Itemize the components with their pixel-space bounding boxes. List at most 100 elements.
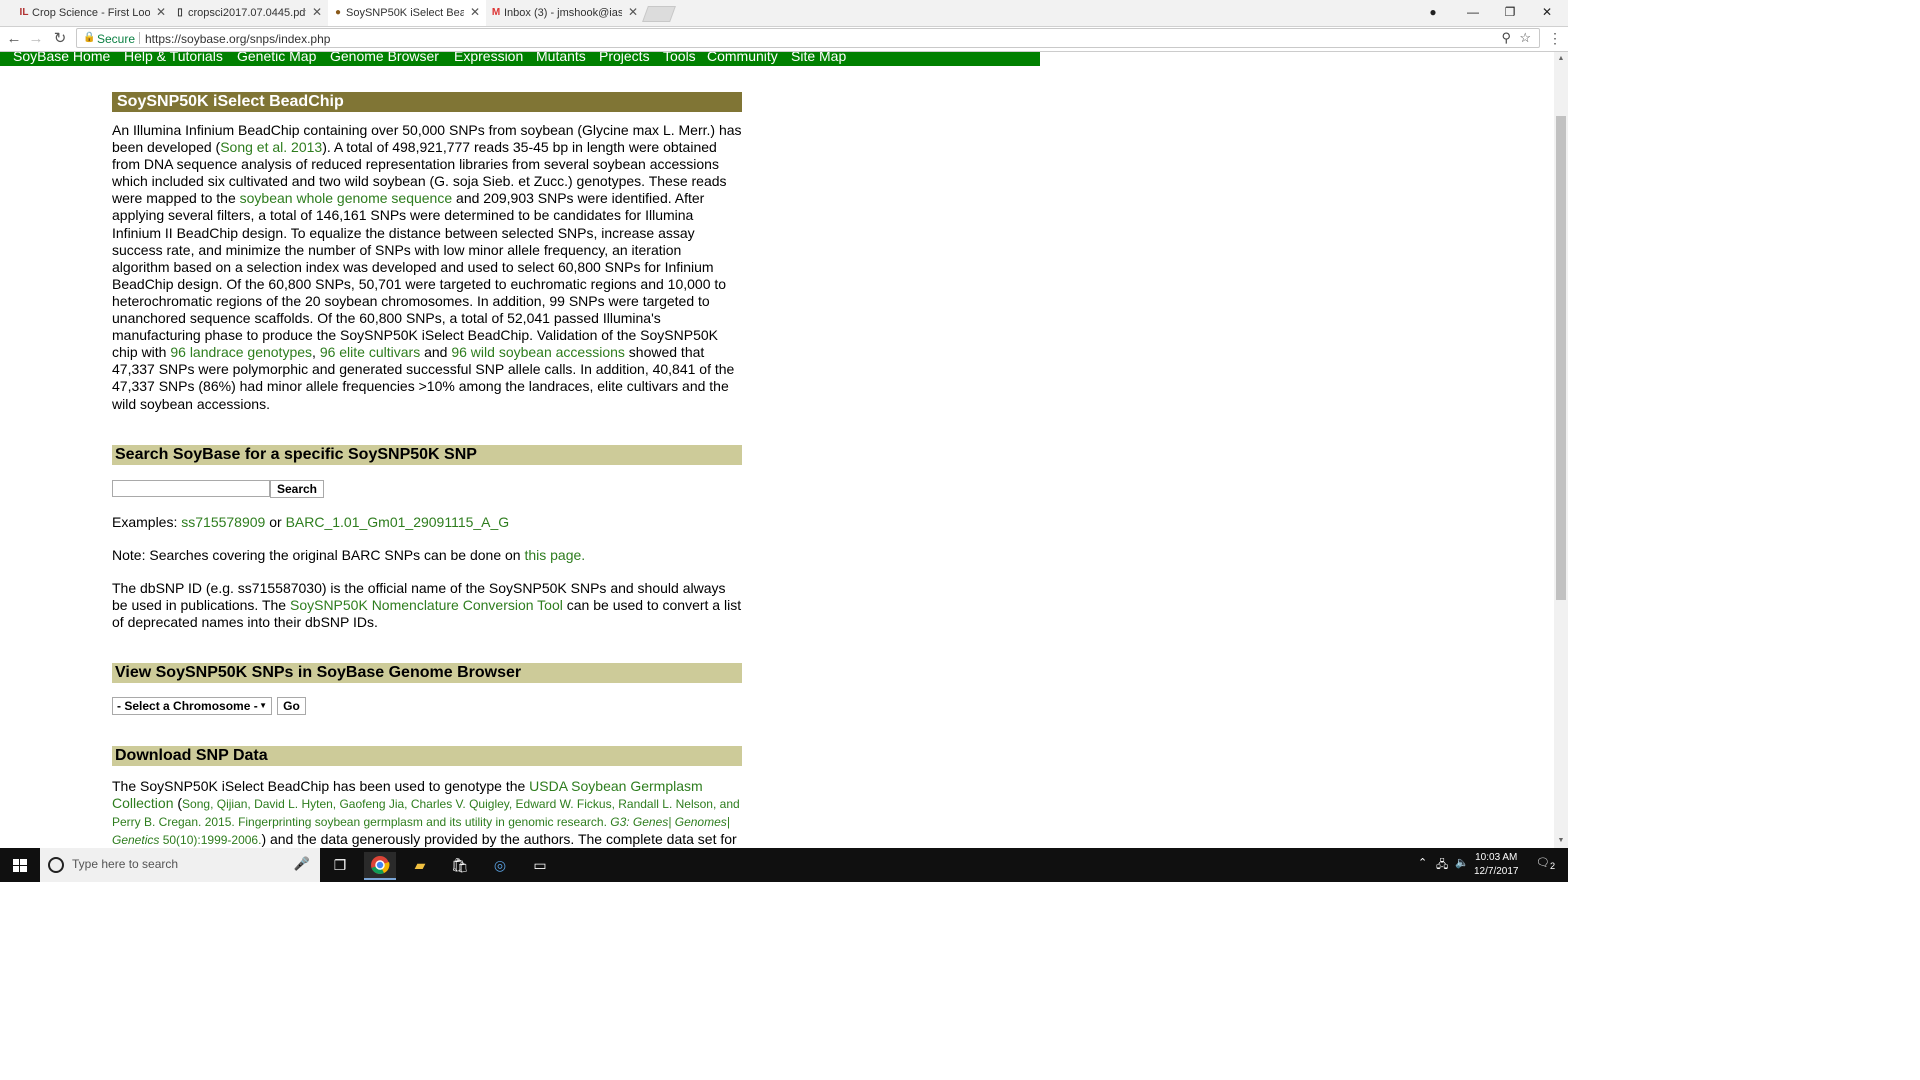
intro-paragraph: An Illumina Infinium BeadChip containing… bbox=[112, 122, 742, 413]
tab-pdf[interactable]: ▯ cropsci2017.07.0445.pdf ✕ bbox=[170, 0, 328, 26]
close-icon[interactable]: ✕ bbox=[470, 5, 480, 19]
store-icon[interactable]: 🛍 bbox=[444, 852, 476, 878]
download-paragraph: The SoySNP50K iSelect BeadChip has been … bbox=[112, 778, 742, 848]
back-icon[interactable]: ← bbox=[4, 29, 24, 49]
notifications-icon[interactable]: 🗨2 bbox=[1536, 856, 1555, 871]
forward-icon[interactable]: → bbox=[26, 29, 46, 49]
browser-tab-strip: IL Crop Science - First Look ✕ ▯ cropsci… bbox=[0, 0, 1568, 27]
nav-soybase-home[interactable]: SoyBase Home bbox=[13, 52, 110, 64]
scroll-down-icon[interactable]: ▼ bbox=[1556, 836, 1566, 846]
section-heading-download: Download SNP Data bbox=[112, 746, 742, 767]
text: or bbox=[265, 513, 286, 530]
genome-sequence-link[interactable]: soybean whole genome sequence bbox=[240, 190, 453, 206]
secure-label: Secure bbox=[97, 32, 136, 46]
example-barc-link[interactable]: BARC_1.01_Gm01_29091115_A_G bbox=[286, 514, 510, 530]
volume-icon[interactable]: 🔈 bbox=[1455, 856, 1469, 869]
dropdown-arrow-icon: ▼ bbox=[259, 701, 267, 711]
start-button[interactable] bbox=[0, 848, 40, 882]
close-icon[interactable]: ✕ bbox=[628, 5, 638, 19]
nav-help-tutorials[interactable]: Help & Tutorials bbox=[124, 52, 223, 64]
tab-inbox[interactable]: M Inbox (3) - jmshook@iast ✕ bbox=[486, 0, 644, 26]
document-icon: ▯ bbox=[177, 7, 183, 18]
cortana-icon bbox=[48, 857, 64, 873]
new-tab-button[interactable] bbox=[642, 6, 676, 22]
clock-date: 12/7/2017 bbox=[1474, 866, 1519, 877]
browser-toolbar: ← → ↻ 🔒 Secure https://soybase.org/snps/… bbox=[0, 27, 1568, 52]
zoom-icon[interactable]: ⚲ bbox=[1501, 30, 1511, 46]
nav-projects[interactable]: Projects bbox=[599, 52, 650, 64]
chromosome-form: - Select a Chromosome - ▼ Go bbox=[112, 697, 742, 719]
section-heading-browse: View SoySNP50K SNPs in SoyBase Genome Br… bbox=[112, 663, 742, 684]
microphone-icon[interactable]: 🎤 bbox=[294, 856, 310, 872]
tab-label: Inbox (3) - jmshook@iast bbox=[504, 7, 622, 19]
reload-icon[interactable]: ↻ bbox=[50, 29, 70, 49]
go-button[interactable]: Go bbox=[277, 697, 306, 716]
file-explorer-icon[interactable]: ▰ bbox=[404, 852, 436, 878]
tab-label: Crop Science - First Look bbox=[32, 7, 150, 19]
separator bbox=[139, 32, 140, 44]
system-clock[interactable]: 10:03 AM 12/7/2017 bbox=[1474, 851, 1519, 879]
search-form: Search bbox=[112, 479, 742, 502]
conversion-tool-link[interactable]: SoySNP50K Nomenclature Conversion Tool bbox=[290, 597, 563, 613]
gmail-icon: M bbox=[491, 7, 501, 18]
snp-search-input[interactable] bbox=[112, 479, 270, 497]
network-icon[interactable]: 🖧 bbox=[1436, 856, 1448, 875]
chromosome-select[interactable]: - Select a Chromosome - ▼ bbox=[112, 697, 272, 716]
nav-expression[interactable]: Expression bbox=[454, 52, 523, 64]
this-page-link[interactable]: this page. bbox=[524, 547, 585, 563]
site-nav-bar: SoyBase Home Help & Tutorials Genetic Ma… bbox=[0, 52, 1040, 66]
text: Examples: bbox=[112, 513, 182, 530]
chrome-logo bbox=[371, 856, 390, 874]
profile-icon[interactable]: ● bbox=[1414, 0, 1452, 24]
soybean-favicon-icon: ● bbox=[334, 7, 342, 18]
windows-taskbar: Type here to search 🎤 ❐ ▰ 🛍 ◎ ▭ ⌃ 🖧 🔈 10… bbox=[0, 848, 1568, 882]
bookmark-star-icon[interactable]: ☆ bbox=[1519, 30, 1531, 46]
terminal-icon[interactable]: ▭ bbox=[524, 852, 556, 878]
scrollbar-thumb[interactable] bbox=[1556, 116, 1566, 600]
chrome-icon[interactable] bbox=[364, 852, 396, 880]
text: Note: Searches covering the original BAR… bbox=[112, 546, 525, 563]
nav-site-map[interactable]: Site Map bbox=[791, 52, 846, 64]
text: , bbox=[312, 344, 320, 361]
task-view-icon[interactable]: ❐ bbox=[324, 852, 356, 878]
wild-soybean-link[interactable]: 96 wild soybean accessions bbox=[451, 344, 625, 360]
text: The SoySNP50K iSelect BeadChip has been … bbox=[112, 778, 530, 795]
text: and 209,903 SNPs were identified. After … bbox=[112, 190, 727, 361]
section-heading-search: Search SoyBase for a specific SoySNP50K … bbox=[112, 444, 742, 465]
url-text[interactable]: https://soybase.org/snps/index.php bbox=[145, 32, 330, 46]
close-icon[interactable]: ✕ bbox=[312, 5, 322, 19]
text: ( bbox=[173, 795, 183, 812]
song-2013-link[interactable]: Song et al. 2013 bbox=[220, 139, 322, 155]
close-icon[interactable]: ✕ bbox=[156, 5, 166, 19]
windows-logo-icon bbox=[13, 859, 27, 872]
example-ss-link[interactable]: ss715578909 bbox=[181, 514, 265, 530]
address-bar[interactable]: 🔒 Secure https://soybase.org/snps/index.… bbox=[76, 28, 1540, 48]
r-app-icon[interactable]: ◎ bbox=[484, 852, 516, 878]
nav-community[interactable]: Community bbox=[707, 52, 778, 64]
il-favicon-icon: IL bbox=[19, 7, 29, 18]
browser-menu-icon[interactable]: ⋮ bbox=[1548, 30, 1562, 47]
tab-crop-science[interactable]: IL Crop Science - First Look ✕ bbox=[14, 0, 172, 26]
scroll-up-icon[interactable]: ▲ bbox=[1556, 54, 1566, 64]
landrace-link[interactable]: 96 landrace genotypes bbox=[170, 344, 312, 360]
nav-genome-browser[interactable]: Genome Browser bbox=[330, 52, 439, 64]
tray-chevron-icon[interactable]: ⌃ bbox=[1418, 856, 1427, 869]
citation-volume[interactable]: 50(10):1999-2006. bbox=[159, 833, 262, 847]
elite-cultivars-link[interactable]: 96 elite cultivars bbox=[320, 344, 420, 360]
search-button[interactable]: Search bbox=[270, 479, 324, 498]
lock-icon: 🔒 bbox=[83, 32, 96, 43]
nav-mutants[interactable]: Mutants bbox=[536, 52, 586, 64]
section-heading-intro: SoySNP50K iSelect BeadChip bbox=[112, 92, 742, 112]
nav-tools[interactable]: Tools bbox=[663, 52, 696, 64]
examples-line: Examples: ss715578909 or BARC_1.01_Gm01_… bbox=[112, 514, 742, 531]
notification-count: 2 bbox=[1549, 861, 1556, 872]
text: and bbox=[420, 344, 452, 361]
tab-soysnp50k[interactable]: ● SoySNP50K iSelect BeadChip ✕ bbox=[328, 0, 486, 26]
taskbar-search-placeholder: Type here to search bbox=[72, 857, 179, 871]
minimize-icon[interactable]: — bbox=[1454, 0, 1492, 24]
window-close-icon[interactable]: ✕ bbox=[1528, 0, 1566, 24]
nav-genetic-map[interactable]: Genetic Map bbox=[237, 52, 316, 64]
dbsnp-paragraph: The dbSNP ID (e.g. ss715587030) is the o… bbox=[112, 580, 742, 631]
maximize-icon[interactable]: ❐ bbox=[1491, 0, 1529, 24]
taskbar-search[interactable]: Type here to search 🎤 bbox=[40, 848, 320, 882]
